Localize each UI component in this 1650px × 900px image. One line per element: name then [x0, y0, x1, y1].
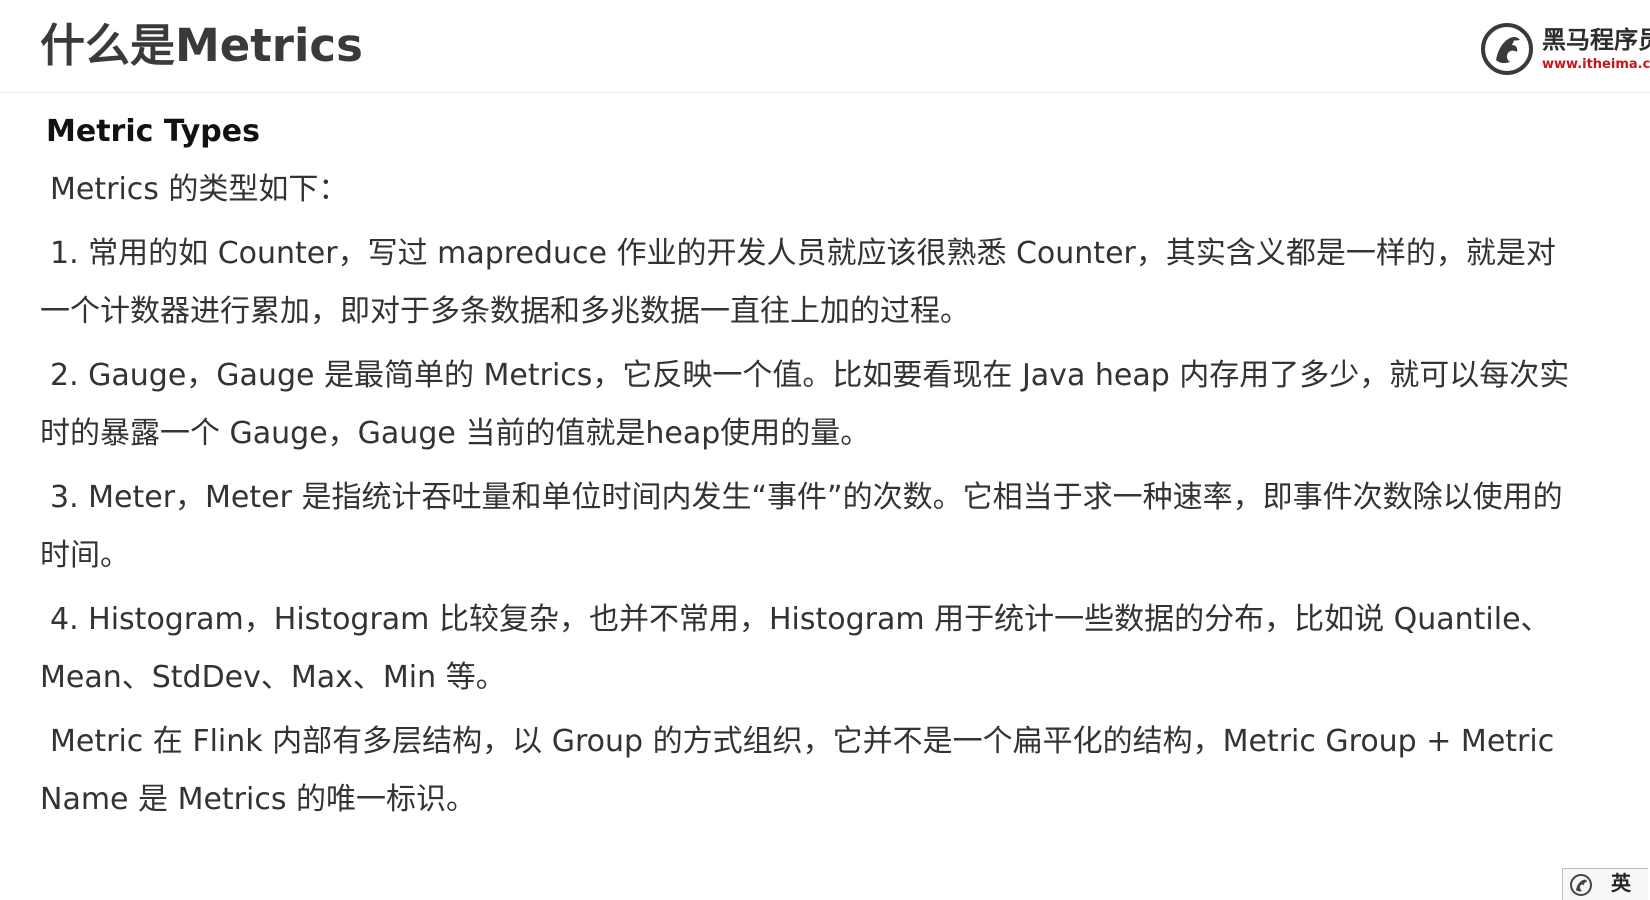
header: 什么是Metrics 黑马程序员 www.itheima.com — [0, 0, 1650, 93]
paragraph-counter: 1. 常用的如 Counter，写过 mapreduce 作业的开发人员就应该很… — [40, 236, 1556, 329]
paragraph-meter: 3. Meter，Meter 是指统计吞吐量和单位时间内发生“事件”的次数。它相… — [40, 480, 1563, 573]
section-heading: Metric Types — [46, 114, 260, 149]
paragraph-gauge: 2. Gauge，Gauge 是最简单的 Metrics，它反映一个值。比如要看… — [40, 358, 1570, 451]
ime-logo-icon — [1570, 874, 1592, 896]
ime-language-label: 英 — [1611, 871, 1631, 895]
horse-emblem-icon — [1481, 23, 1533, 75]
paragraph-metric-group: Metric 在 Flink 内部有多层结构，以 Group 的方式组织，它并不… — [40, 724, 1555, 817]
content: Metric Types Metrics 的类型如下： 1. 常用的如 Coun… — [40, 112, 1580, 829]
ime-indicator[interactable]: 英 — [1562, 868, 1648, 900]
paragraph-histogram: 4. Histogram，Histogram 比较复杂，也并不常用，Histog… — [40, 602, 1551, 695]
logo: 黑马程序员 www.itheima.com — [1480, 22, 1650, 76]
logo-url: www.itheima.com — [1542, 57, 1650, 72]
intro-text: Metrics 的类型如下： — [50, 172, 349, 207]
page-title: 什么是Metrics — [40, 19, 363, 72]
logo-text: 黑马程序员 — [1542, 26, 1650, 54]
